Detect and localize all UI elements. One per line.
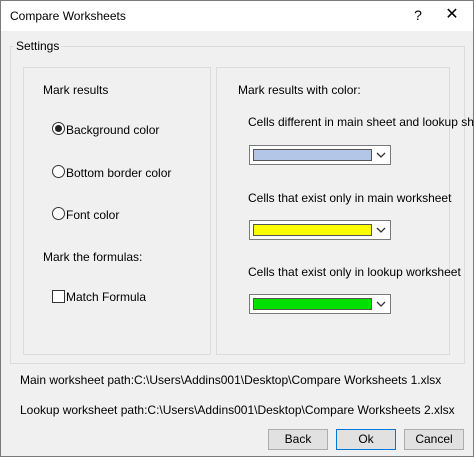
radio-label[interactable]: Background color: [66, 123, 159, 137]
radio-button-icon[interactable]: [52, 165, 65, 178]
close-button[interactable]: ✕: [438, 3, 466, 27]
chevron-down-icon[interactable]: [375, 223, 387, 237]
cancel-button[interactable]: Cancel: [404, 429, 464, 450]
chevron-down-icon[interactable]: [375, 148, 387, 162]
settings-legend: Settings: [14, 39, 62, 53]
color-select-lookup-only[interactable]: [249, 294, 391, 314]
checkbox-label[interactable]: Match Formula: [66, 290, 146, 304]
ok-button[interactable]: Ok: [336, 429, 396, 450]
color-heading: Mark results with color:: [238, 83, 361, 97]
color-select-different-cells[interactable]: [249, 145, 391, 165]
compare-worksheets-dialog: Compare Worksheets ? ✕ Settings Mark res…: [0, 0, 474, 457]
mark-results-heading: Mark results: [43, 83, 109, 97]
radio-button-icon[interactable]: [52, 122, 65, 135]
title-bar: Compare Worksheets ? ✕: [1, 1, 473, 31]
chevron-down-icon[interactable]: [375, 297, 387, 311]
color-select-main-only[interactable]: [249, 220, 391, 240]
color-swatch: [253, 224, 372, 236]
back-button[interactable]: Back: [268, 429, 328, 450]
mark-formulas-heading: Mark the formulas:: [43, 250, 143, 264]
main-worksheet-path: Main worksheet path:C:\Users\Addins001\D…: [20, 373, 442, 387]
lookup-worksheet-path: Lookup worksheet path:C:\Users\Addins001…: [20, 403, 455, 417]
color-label-different-cells: Cells different in main sheet and lookup…: [248, 115, 474, 129]
color-label-main-only: Cells that exist only in main worksheet: [248, 191, 452, 205]
color-swatch: [253, 149, 372, 161]
checkbox-icon[interactable]: [52, 290, 65, 303]
radio-button-icon[interactable]: [52, 207, 65, 220]
radio-label[interactable]: Font color: [66, 208, 119, 222]
color-swatch: [253, 298, 372, 310]
help-button[interactable]: ?: [406, 3, 430, 27]
dialog-title: Compare Worksheets: [10, 9, 126, 23]
color-label-lookup-only: Cells that exist only in lookup workshee…: [248, 265, 461, 279]
radio-label[interactable]: Bottom border color: [66, 166, 171, 180]
